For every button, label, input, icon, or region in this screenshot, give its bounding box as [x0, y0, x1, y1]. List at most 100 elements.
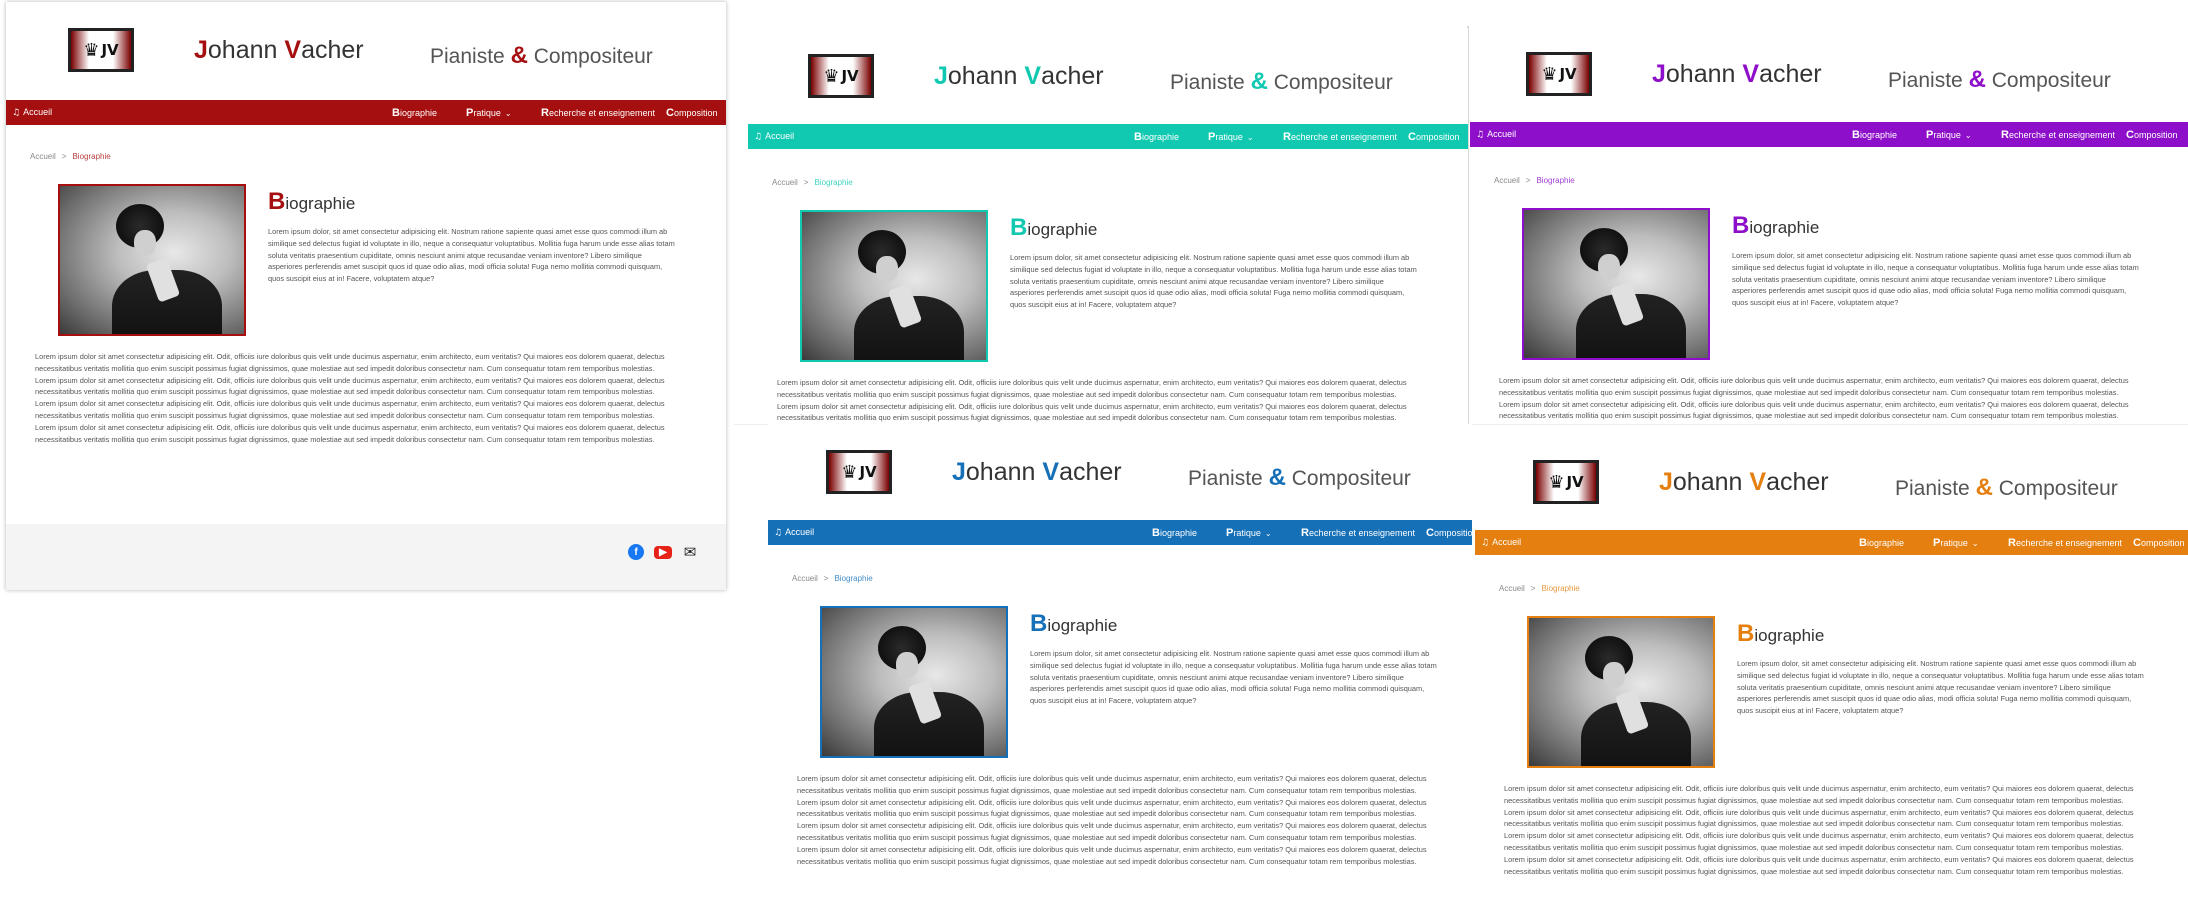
body-paragraph: Lorem ipsum dolor sit amet consectetur a…: [35, 422, 665, 444]
site-name[interactable]: Johann Vacher: [194, 36, 364, 65]
body-paragraph: Lorem ipsum dolor sit amet consectetur a…: [35, 352, 665, 373]
nav-item-biographie[interactable]: Biographie: [1859, 537, 1904, 549]
breadcrumb-separator: >: [1530, 584, 1536, 593]
name-initial: J: [952, 458, 966, 486]
intro-text: Lorem ipsum dolor, sit amet consectetur …: [1732, 251, 2139, 308]
tagline-ampersand: &: [510, 42, 528, 69]
site-name[interactable]: Johann Vacher: [1659, 468, 1829, 497]
nav-initial: R: [2001, 129, 2009, 141]
breadcrumb-home[interactable]: Accueil: [30, 152, 56, 161]
breadcrumb-home[interactable]: Accueil: [1499, 584, 1525, 593]
page-variant-blue: ♛ JV Johann Vacher Pianiste & Compositeu…: [768, 424, 1472, 898]
portrait-photo: [1527, 616, 1715, 768]
nav-home-label: Accueil: [23, 107, 53, 117]
nav-item-pratique[interactable]: Pratique ⌄: [1933, 537, 1979, 549]
logo[interactable]: ♛ JV: [1526, 52, 1592, 96]
title-initial: B: [1010, 214, 1028, 241]
photo-face: [896, 652, 918, 678]
site-tagline: Pianiste & Compositeur: [1895, 474, 2118, 502]
facebook-icon[interactable]: f: [628, 544, 644, 560]
nav-item-biographie[interactable]: Biographie: [1852, 129, 1897, 141]
tagline-second: Compositeur: [533, 45, 653, 68]
nav-label: echerche et enseignement: [548, 108, 656, 118]
nav-item-recherche[interactable]: Recherche et enseignement: [2008, 537, 2122, 549]
nav-item-composition[interactable]: Composition: [1426, 527, 1472, 539]
title-initial: B: [1030, 610, 1048, 637]
nav-label: echerche et enseignement: [2015, 538, 2123, 548]
nav-initial: C: [666, 107, 674, 119]
nav-item-pratique[interactable]: Pratique ⌄: [1226, 527, 1272, 539]
nav-item-biographie[interactable]: Biographie: [392, 107, 437, 119]
breadcrumb: Accueil > Biographie: [1499, 584, 1580, 593]
site-name[interactable]: Johann Vacher: [934, 62, 1104, 91]
nav-item-recherche[interactable]: Recherche et enseignement: [1283, 131, 1397, 143]
name-rest: ohann: [965, 458, 1036, 486]
surname-rest: acher: [1766, 468, 1829, 496]
nav-item-pratique[interactable]: Pratique ⌄: [1926, 129, 1972, 141]
photo-face: [876, 256, 898, 282]
site-tagline: Pianiste & Compositeur: [430, 42, 653, 70]
intro-text: Lorem ipsum dolor, sit amet consectetur …: [268, 227, 675, 284]
nav-initial: R: [541, 107, 549, 119]
photo-face: [1598, 254, 1620, 280]
nav-label: echerche et enseignement: [2008, 130, 2116, 140]
breadcrumb: Accueil > Biographie: [772, 178, 853, 187]
nav-label: ratique: [1233, 528, 1261, 538]
title-rest: iographie: [1754, 626, 1825, 645]
body-paragraph: Lorem ipsum dolor sit amet consectetur a…: [797, 821, 1427, 842]
breadcrumb-current: Biographie: [1536, 176, 1575, 185]
breadcrumb-home[interactable]: Accueil: [772, 178, 798, 187]
logo[interactable]: ♛ JV: [808, 54, 874, 98]
breadcrumb-home[interactable]: Accueil: [1494, 176, 1520, 185]
nav-item-pratique[interactable]: Pratique ⌄: [466, 107, 512, 119]
nav-item-recherche[interactable]: Recherche et enseignement: [541, 107, 655, 119]
title-rest: iographie: [1749, 218, 1820, 237]
logo[interactable]: ♛ JV: [826, 450, 892, 494]
nav-item-biographie[interactable]: Biographie: [1134, 131, 1179, 143]
nav-home[interactable]: ♫ Accueil: [1476, 129, 1516, 140]
nav-home-label: Accueil: [1492, 537, 1522, 547]
music-note-icon: ♫: [754, 132, 763, 142]
logo[interactable]: ♛ JV: [1533, 460, 1599, 504]
nav-home[interactable]: ♫ Accueil: [1481, 537, 1521, 548]
chevron-down-icon: ⌄: [1971, 539, 1979, 548]
nav-item-composition[interactable]: Composition: [2133, 537, 2184, 549]
nav-home[interactable]: ♫ Accueil: [754, 131, 794, 142]
nav-initial: C: [2126, 129, 2134, 141]
logo[interactable]: ♛ JV: [68, 28, 134, 72]
mail-icon[interactable]: ✉: [682, 543, 698, 561]
name-initial: J: [934, 62, 948, 90]
breadcrumb-home[interactable]: Accueil: [792, 574, 818, 583]
nav-item-recherche[interactable]: Recherche et enseignement: [1301, 527, 1415, 539]
main-nav: ♫ Accueil Biographie Pratique ⌄ Recherche …: [768, 520, 1472, 545]
surname-rest: acher: [1759, 60, 1822, 88]
nav-item-composition[interactable]: Composition: [1408, 131, 1459, 143]
nav-item-composition[interactable]: Composition: [666, 107, 717, 119]
music-note-icon: ♫: [12, 108, 21, 118]
nav-home[interactable]: ♫ Accueil: [774, 527, 814, 538]
chevron-down-icon: ⌄: [504, 109, 512, 118]
nav-item-composition[interactable]: Composition: [2126, 129, 2177, 141]
nav-item-biographie[interactable]: Biographie: [1152, 527, 1197, 539]
body-paragraph: Lorem ipsum dolor sit amet consectetur a…: [35, 399, 665, 420]
nav-label: ratique: [1215, 132, 1243, 142]
music-note-icon: ♫: [1481, 538, 1490, 548]
page-variant-teal: ♛ JV Johann Vacher Pianiste & Compositeu…: [748, 28, 1468, 424]
chevron-down-icon: ⌄: [1964, 131, 1972, 140]
nav-label: iographie: [1859, 130, 1897, 140]
nav-item-recherche[interactable]: Recherche et enseignement: [2001, 129, 2115, 141]
nav-item-pratique[interactable]: Pratique ⌄: [1208, 131, 1254, 143]
site-name[interactable]: Johann Vacher: [1652, 60, 1822, 89]
main-nav: ♫ Accueil Biographie Pratique ⌄ Recherche …: [6, 100, 726, 125]
nav-home[interactable]: ♫ Accueil: [12, 107, 52, 118]
nav-initial: B: [1152, 527, 1160, 539]
nav-label: iographie: [1159, 528, 1197, 538]
surname-initial: V: [1742, 60, 1760, 88]
youtube-icon[interactable]: ▶: [654, 546, 672, 559]
nav-label: echerche et enseignement: [1290, 132, 1398, 142]
site-name[interactable]: Johann Vacher: [952, 458, 1122, 487]
body-paragraph: Lorem ipsum dolor sit amet consectetur a…: [797, 774, 1427, 795]
page-variant-orange: ♛ JV Johann Vacher Pianiste & Compositeu…: [1475, 434, 2188, 898]
nav-initial: R: [1301, 527, 1309, 539]
surname-rest: acher: [1041, 62, 1104, 90]
